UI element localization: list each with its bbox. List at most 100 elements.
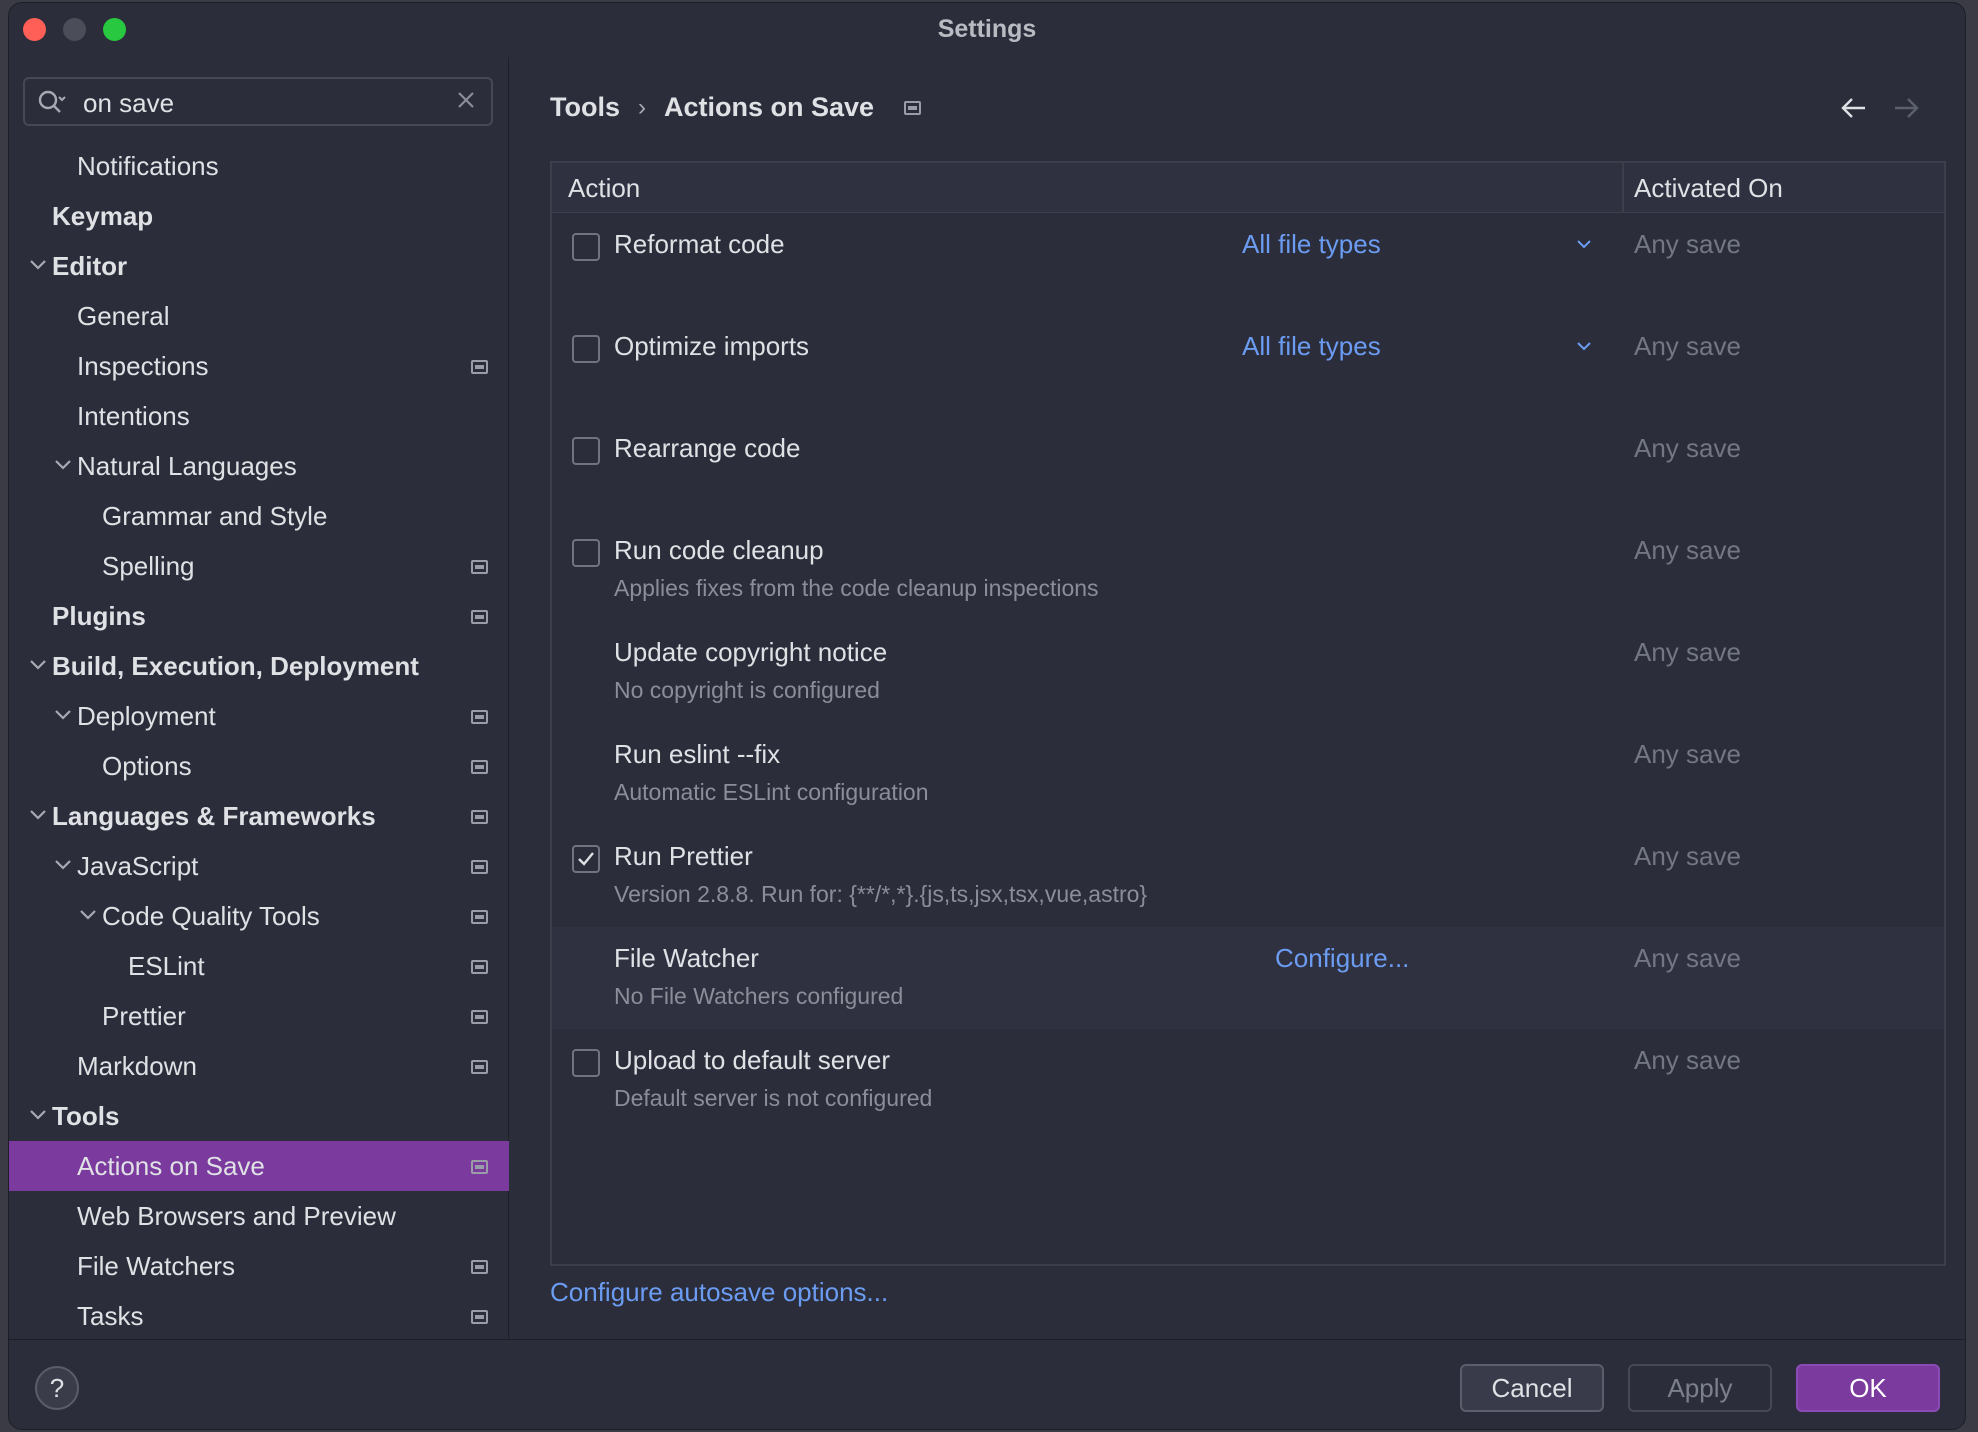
sidebar-item-eslint[interactable]: ESLint [9,941,509,991]
activated-on-value: Any save [1634,331,1741,361]
sidebar-item-general[interactable]: General [9,291,509,341]
apply-button[interactable]: Apply [1628,1364,1772,1412]
page-settings-icon [471,610,488,624]
page-settings-icon [471,1160,488,1174]
action-description: No File Watchers configured [614,983,904,1009]
sidebar-item-prettier[interactable]: Prettier [9,991,509,1041]
sidebar-item-label: ESLint [128,951,205,981]
sidebar-item-actions-on-save[interactable]: Actions on Save [9,1141,509,1191]
ok-button[interactable]: OK [1796,1364,1940,1412]
table-row[interactable]: Optimize imports All file types Any save [552,315,1944,417]
action-checkbox[interactable] [572,1049,600,1077]
sidebar-item-notifications[interactable]: Notifications [9,141,509,191]
table-row[interactable]: File Watcher No File Watchers configured C… [552,927,1944,1029]
sidebar-item-markdown[interactable]: Markdown [9,1041,509,1091]
chevron-down-icon[interactable] [1576,238,1592,250]
back-arrow-icon[interactable] [1839,95,1869,121]
page-settings-icon [471,910,488,924]
chevron-down-icon[interactable] [54,858,72,872]
table-row[interactable]: Update copyright notice No copyright is c… [552,621,1944,723]
action-description: Default server is not configured [614,1085,933,1111]
page-settings-icon [471,710,488,724]
sidebar-item-editor[interactable]: Editor [9,241,509,291]
page-settings-icon [471,1310,488,1324]
configure-link[interactable]: Configure... [1275,943,1409,974]
sidebar-item-tasks[interactable]: Tasks [9,1291,509,1341]
sidebar-item-tools[interactable]: Tools [9,1091,509,1141]
activated-on-value: Any save [1634,433,1741,463]
forward-arrow-icon[interactable] [1891,95,1921,121]
sidebar-item-inspections[interactable]: Inspections [9,341,509,391]
clear-icon[interactable] [455,89,477,111]
chevron-down-icon[interactable] [29,808,47,822]
action-title: Run eslint --fix [614,739,781,769]
page-settings-icon [471,960,488,974]
sidebar-item-code-quality-tools[interactable]: Code Quality Tools [9,891,509,941]
sidebar-item-label: Natural Languages [77,451,297,481]
action-checkbox[interactable] [572,233,600,261]
sidebar-item-web-browsers-and-preview[interactable]: Web Browsers and Preview [9,1191,509,1241]
sidebar-item-label: Inspections [77,351,209,381]
action-title: Reformat code [614,229,785,259]
action-title: Run Prettier [614,841,753,871]
sidebar-item-options[interactable]: Options [9,741,509,791]
search-field[interactable]: on save [23,77,493,126]
actions-table: Action Activated On Reformat code All fil… [550,161,1946,1266]
sidebar-item-label: Keymap [52,201,154,231]
configure-autosave-link[interactable]: Configure autosave options... [550,1277,888,1308]
sidebar-item-spelling[interactable]: Spelling [9,541,509,591]
sidebar-item-languages-frameworks[interactable]: Languages & Frameworks [9,791,509,841]
sidebar-item-intentions[interactable]: Intentions [9,391,509,441]
sidebar-item-build-execution-deployment[interactable]: Build, Execution, Deployment [9,641,509,691]
page-settings-icon [471,760,488,774]
action-description: No copyright is configured [614,677,880,703]
activated-on-value: Any save [1634,535,1741,565]
action-checkbox[interactable] [572,539,600,567]
chevron-down-icon[interactable] [29,258,47,272]
activated-on-value: Any save [1634,943,1741,973]
table-row[interactable]: Reformat code All file types Any save [552,213,1944,315]
sidebar-item-label: Markdown [77,1051,197,1081]
table-row[interactable]: Run code cleanup Applies fixes from the c… [552,519,1944,621]
sidebar-item-label: Languages & Frameworks [52,801,376,831]
file-types-dropdown[interactable]: All file types [1242,331,1381,362]
column-header-action[interactable]: Action [568,173,640,204]
action-checkbox[interactable] [572,845,600,873]
chevron-down-icon[interactable] [54,458,72,472]
sidebar-item-grammar-and-style[interactable]: Grammar and Style [9,491,509,541]
dialog-footer: ? Cancel Apply OK [9,1339,1965,1429]
chevron-down-icon[interactable] [79,908,97,922]
sidebar-item-natural-languages[interactable]: Natural Languages [9,441,509,491]
chevron-down-icon[interactable] [1576,340,1592,352]
breadcrumb-current: Actions on Save [664,92,875,123]
sidebar-item-label: Deployment [77,701,216,731]
sidebar-item-plugins[interactable]: Plugins [9,591,509,641]
page-settings-icon [471,810,488,824]
column-header-activated-on[interactable]: Activated On [1634,173,1783,204]
file-types-dropdown[interactable]: All file types [1242,229,1381,260]
cancel-button[interactable]: Cancel [1460,1364,1604,1412]
sidebar-item-javascript[interactable]: JavaScript [9,841,509,891]
chevron-down-icon[interactable] [54,708,72,722]
settings-window: Settings on save Notifications Keymap Edit… [8,2,1966,1430]
search-input[interactable]: on save [83,88,174,119]
action-checkbox[interactable] [572,437,600,465]
sidebar-item-label: Grammar and Style [102,501,328,531]
table-row[interactable]: Run Prettier Version 2.8.8. Run for: {**/… [552,825,1944,927]
sidebar-item-file-watchers[interactable]: File Watchers [9,1241,509,1291]
sidebar-item-label: Web Browsers and Preview [77,1201,396,1231]
action-checkbox[interactable] [572,335,600,363]
sidebar-item-deployment[interactable]: Deployment [9,691,509,741]
chevron-down-icon[interactable] [29,658,47,672]
sidebar-item-label: JavaScript [77,851,199,881]
sidebar-item-label: Tasks [77,1301,144,1331]
table-row[interactable]: Rearrange code Any save [552,417,1944,519]
table-row[interactable]: Run eslint --fix Automatic ESLint configu… [552,723,1944,825]
table-row[interactable]: Upload to default server Default server i… [552,1029,1944,1131]
sidebar-item-label: Prettier [102,1001,186,1031]
sidebar-item-keymap[interactable]: Keymap [9,191,509,241]
chevron-down-icon[interactable] [29,1108,47,1122]
breadcrumb-parent[interactable]: Tools [550,92,620,123]
breadcrumb: Tools › Actions on Save [550,91,922,123]
help-icon[interactable]: ? [35,1366,79,1410]
